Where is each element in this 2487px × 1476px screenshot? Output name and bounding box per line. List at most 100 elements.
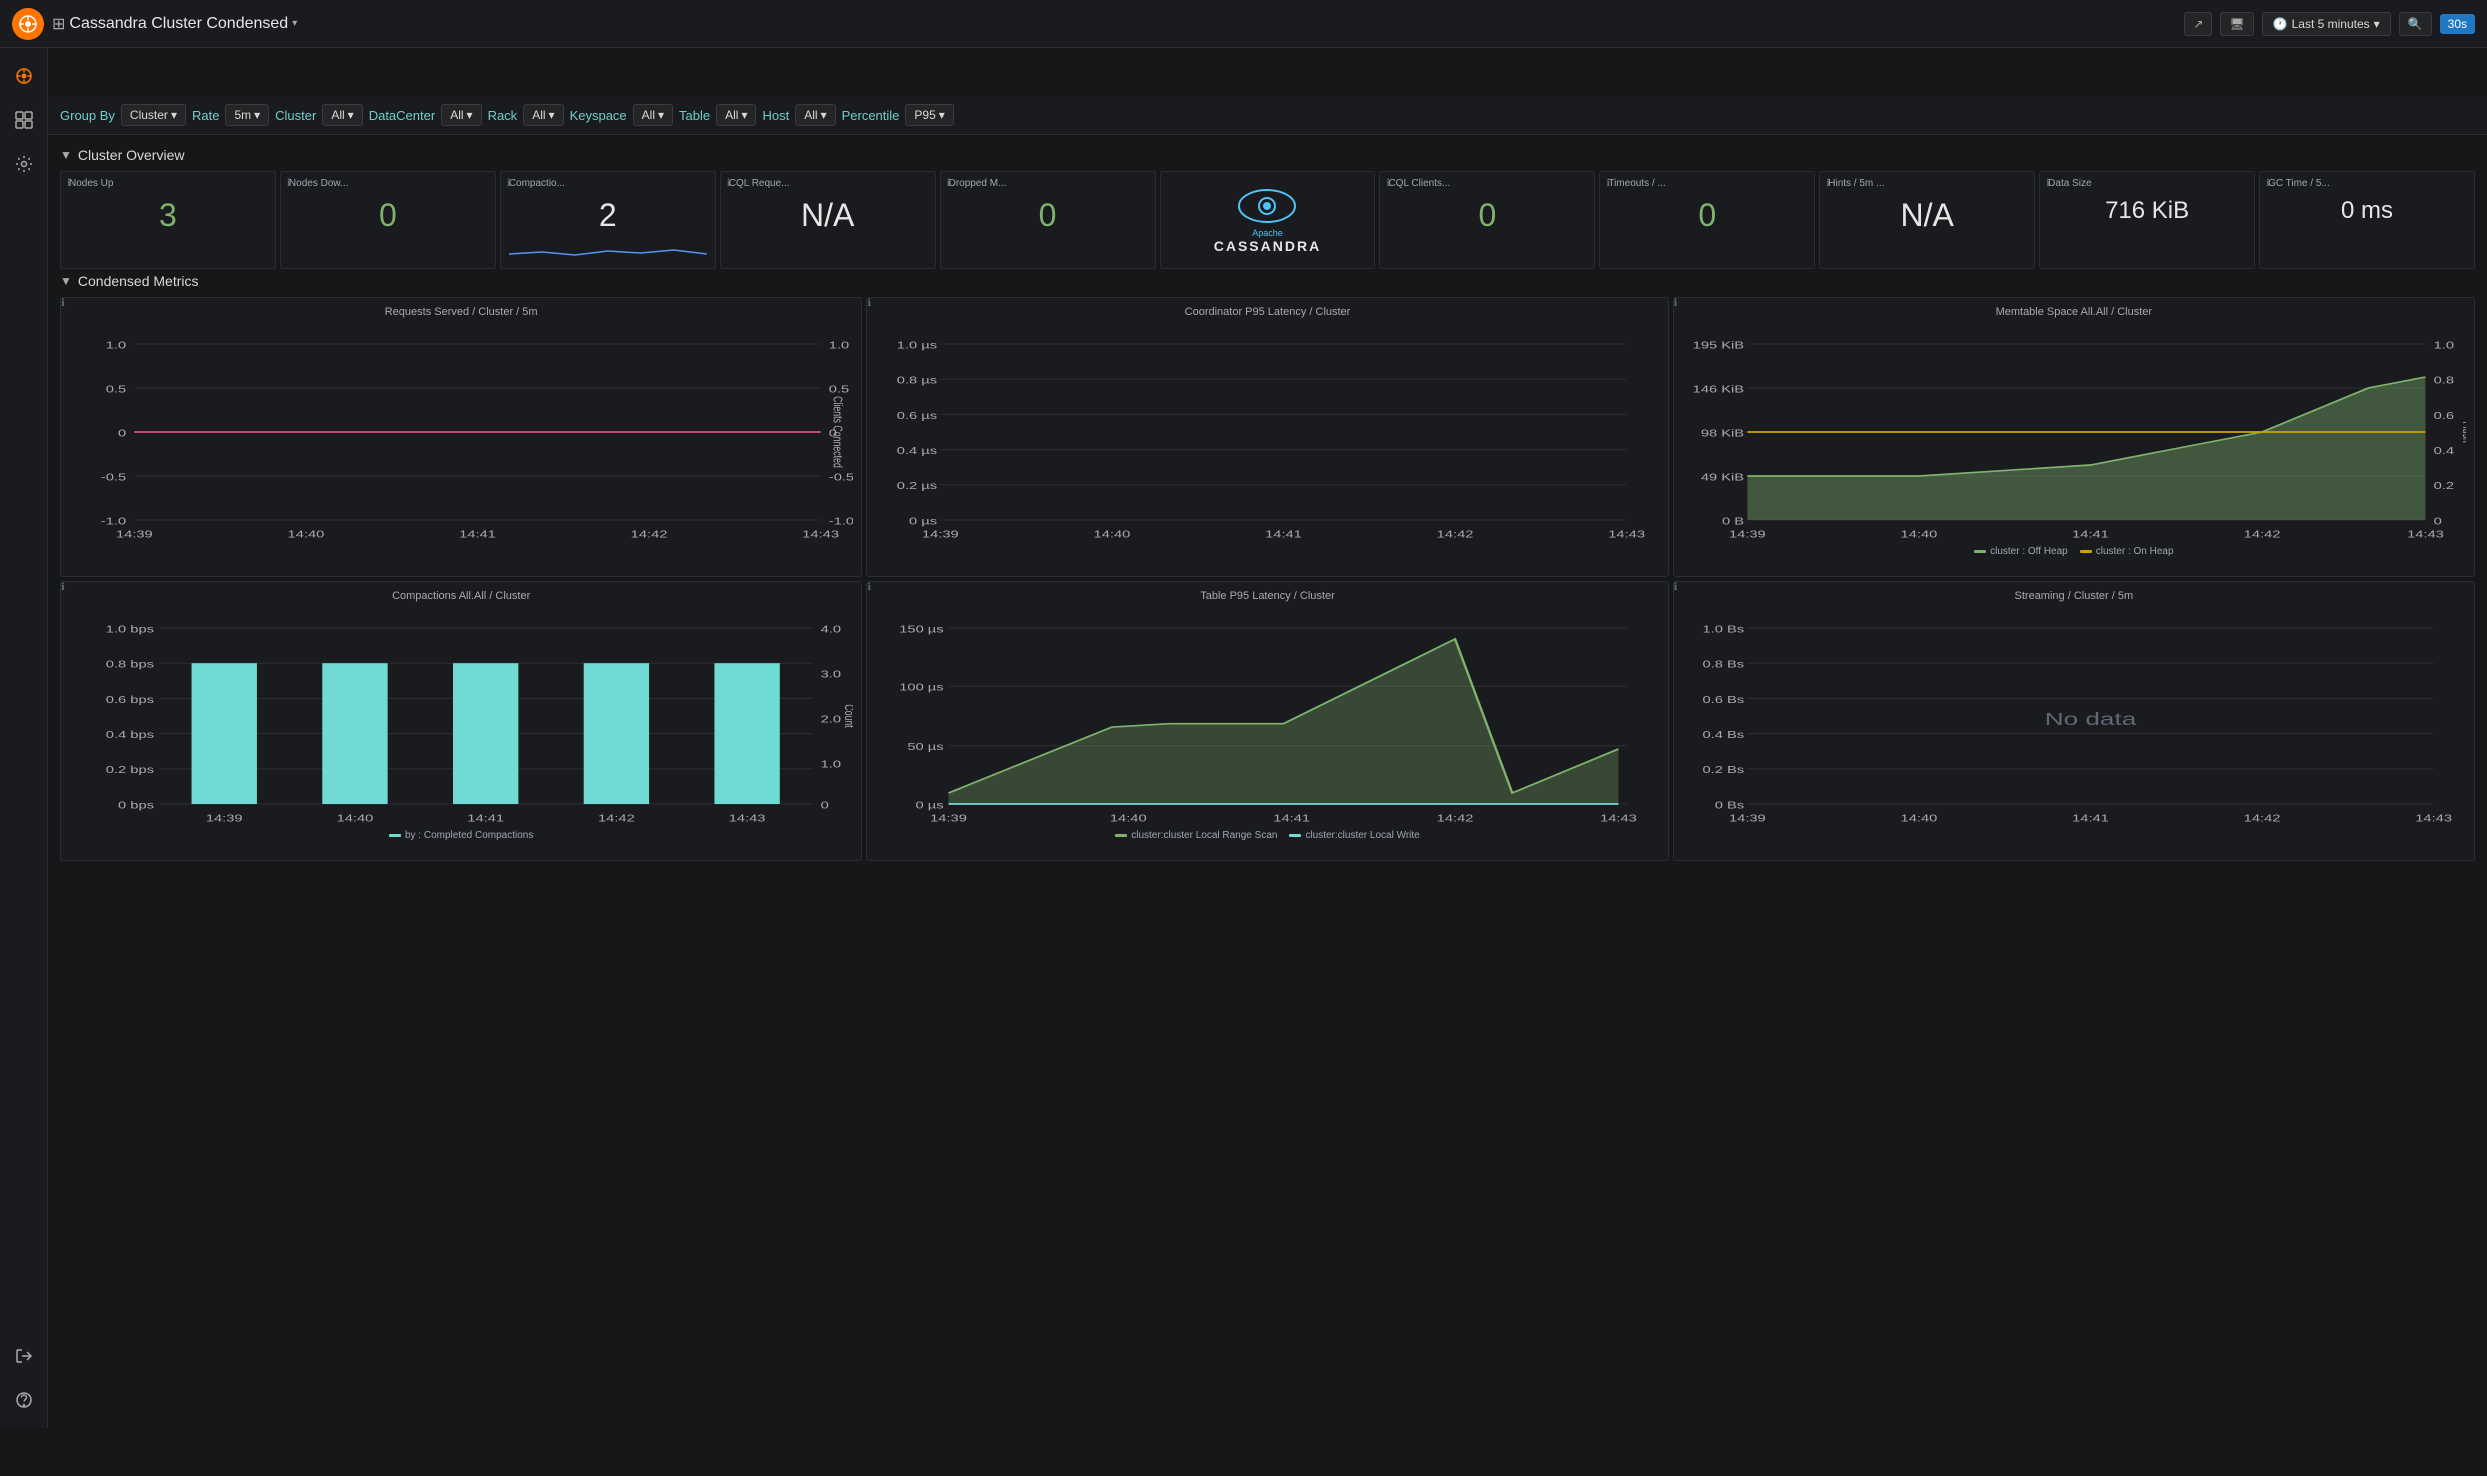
svg-text:146 KiB: 146 KiB <box>1692 384 1743 395</box>
svg-text:0.6 Bs: 0.6 Bs <box>1702 694 1744 705</box>
svg-text:14:41: 14:41 <box>1265 529 1302 540</box>
cql-requests-card: ℹ CQL Reque... N/A <box>720 171 936 269</box>
dropped-m-value: 0 <box>949 189 1147 242</box>
group-by-dropdown[interactable]: Cluster ▾ <box>121 104 186 126</box>
group-by-value: Cluster <box>130 108 168 122</box>
time-range-button[interactable]: 🕐 Last 5 minutes ▾ <box>2262 12 2391 36</box>
svg-text:0: 0 <box>2433 516 2441 527</box>
svg-text:0: 0 <box>821 800 829 811</box>
svg-text:14:43: 14:43 <box>1600 813 1637 824</box>
datacenter-arrow: ▾ <box>467 108 473 122</box>
time-range-label: Last 5 minutes <box>2292 17 2370 31</box>
group-by-arrow: ▾ <box>171 108 177 122</box>
data-size-value: 716 KiB <box>2048 189 2246 233</box>
percentile-value: P95 <box>914 108 935 122</box>
rate-dropdown[interactable]: 5m ▾ <box>225 104 269 126</box>
time-arrow-icon: ▾ <box>2374 17 2380 31</box>
svg-text:0.4 Bs: 0.4 Bs <box>1702 729 1744 740</box>
condensed-metrics-title: Condensed Metrics <box>78 273 199 289</box>
svg-text:14:42: 14:42 <box>598 813 635 824</box>
host-label: Host <box>762 108 789 123</box>
host-dropdown[interactable]: All ▾ <box>795 104 835 126</box>
sidebar-item-dashboards[interactable] <box>4 100 44 140</box>
memtable-space-info[interactable]: ℹ <box>1674 298 1678 309</box>
sidebar-item-help[interactable] <box>4 1380 44 1420</box>
requests-served-info[interactable]: ℹ <box>61 298 65 309</box>
data-size-title: Data Size <box>2048 178 2246 189</box>
keyspace-label: Keyspace <box>570 108 627 123</box>
condensed-metrics-section-header: ▼ Condensed Metrics <box>60 273 2475 289</box>
sidebar-item-signin[interactable] <box>4 1336 44 1376</box>
compactions-panel: ℹ Compactions All.All / Cluster 1.0 bps … <box>60 581 862 861</box>
cluster-dropdown[interactable]: All ▾ <box>322 104 362 126</box>
memtable-space-chart: 195 KiB 146 KiB 98 KiB 49 KiB 0 B 1.0 0.… <box>1682 322 2466 542</box>
svg-text:14:43: 14:43 <box>1609 529 1646 540</box>
cql-requests-info-icon[interactable]: ℹ <box>727 178 731 189</box>
search-button[interactable]: 🔍 <box>2399 12 2432 36</box>
timeouts-info-icon[interactable]: ℹ <box>1606 178 1610 189</box>
svg-text:14:42: 14:42 <box>2243 529 2280 540</box>
requests-served-title: Requests Served / Cluster / 5m <box>69 306 853 318</box>
svg-text:0.2 bps: 0.2 bps <box>106 765 154 776</box>
tv-mode-button[interactable]: 🖥 <box>2220 12 2253 36</box>
svg-text:-1.0: -1.0 <box>829 516 854 527</box>
percentile-dropdown[interactable]: P95 ▾ <box>905 104 953 126</box>
hints-info-icon[interactable]: ℹ <box>1826 178 1830 189</box>
svg-text:14:39: 14:39 <box>922 529 959 540</box>
table-latency-info[interactable]: ℹ <box>867 582 871 593</box>
sidebar-item-settings[interactable] <box>4 144 44 184</box>
off-heap-label: cluster : Off Heap <box>1990 546 2068 557</box>
cql-clients-info-icon[interactable]: ℹ <box>1386 178 1390 189</box>
rack-dropdown[interactable]: All ▾ <box>523 104 563 126</box>
compactions-label: by : Completed Compactions <box>405 830 533 841</box>
streaming-chart: 1.0 Bs 0.8 Bs 0.6 Bs 0.4 Bs 0.2 Bs 0 Bs … <box>1682 606 2466 826</box>
gc-time-info-icon[interactable]: ℹ <box>2266 178 2270 189</box>
data-size-info-icon[interactable]: ℹ <box>2046 178 2050 189</box>
cql-clients-title: CQL Clients... <box>1388 178 1586 189</box>
svg-text:Count: Count <box>842 704 854 728</box>
off-heap-dot <box>1974 550 1986 553</box>
svg-text:1.0 µs: 1.0 µs <box>897 340 937 351</box>
svg-text:2.0: 2.0 <box>821 714 841 725</box>
svg-text:14:43: 14:43 <box>802 529 839 540</box>
cluster-overview-title: Cluster Overview <box>78 147 185 163</box>
coordinator-latency-info[interactable]: ℹ <box>867 298 871 309</box>
table-latency-legend: cluster:cluster Local Range Scan cluster… <box>875 830 1659 841</box>
cluster-overview-cards: ℹ Nodes Up 3 ℹ Nodes Dow... 0 ℹ Compacti… <box>60 171 2475 269</box>
nodes-up-value: 3 <box>69 189 267 242</box>
svg-text:14:39: 14:39 <box>116 529 153 540</box>
grid-icon: ⊞ <box>52 14 65 34</box>
local-write-label: cluster:cluster Local Write <box>1305 830 1419 841</box>
refresh-badge[interactable]: 30s <box>2440 14 2475 34</box>
nodes-down-info-icon[interactable]: ℹ <box>287 178 291 189</box>
svg-text:98 KiB: 98 KiB <box>1700 428 1743 439</box>
dashboard-dropdown-arrow[interactable]: ▾ <box>292 18 297 29</box>
svg-text:14:43: 14:43 <box>2407 529 2444 540</box>
compactions-info[interactable]: ℹ <box>61 582 65 593</box>
svg-text:4.0: 4.0 <box>821 624 841 635</box>
svg-text:14:40: 14:40 <box>1094 529 1131 540</box>
streaming-info[interactable]: ℹ <box>1674 582 1678 593</box>
keyspace-dropdown[interactable]: All ▾ <box>633 104 673 126</box>
svg-text:0.6: 0.6 <box>2433 410 2453 421</box>
share-button[interactable]: ↗ <box>2184 12 2212 36</box>
cluster-overview-collapse[interactable]: ▼ <box>60 148 72 162</box>
dropped-m-info-icon[interactable]: ℹ <box>947 178 951 189</box>
sidebar-item-home[interactable] <box>4 56 44 96</box>
nodes-up-info-icon[interactable]: ℹ <box>67 178 71 189</box>
timeouts-title: Timeouts / ... <box>1608 178 1806 189</box>
grafana-logo[interactable] <box>12 8 44 40</box>
memtable-legend: cluster : Off Heap cluster : On Heap <box>1682 546 2466 557</box>
datacenter-dropdown[interactable]: All ▾ <box>441 104 481 126</box>
svg-text:1.0: 1.0 <box>821 759 841 770</box>
svg-text:0.6 µs: 0.6 µs <box>897 410 937 421</box>
dropped-m-card: ℹ Dropped M... 0 <box>940 171 1156 269</box>
cluster-value: All <box>331 108 344 122</box>
svg-text:14:40: 14:40 <box>337 813 374 824</box>
table-dropdown[interactable]: All ▾ <box>716 104 756 126</box>
legend-off-heap: cluster : Off Heap <box>1974 546 2068 557</box>
table-value: All <box>725 108 738 122</box>
condensed-metrics-collapse[interactable]: ▼ <box>60 274 72 288</box>
on-heap-label: cluster : On Heap <box>2096 546 2174 557</box>
compaction-info-icon[interactable]: ℹ <box>507 178 511 189</box>
